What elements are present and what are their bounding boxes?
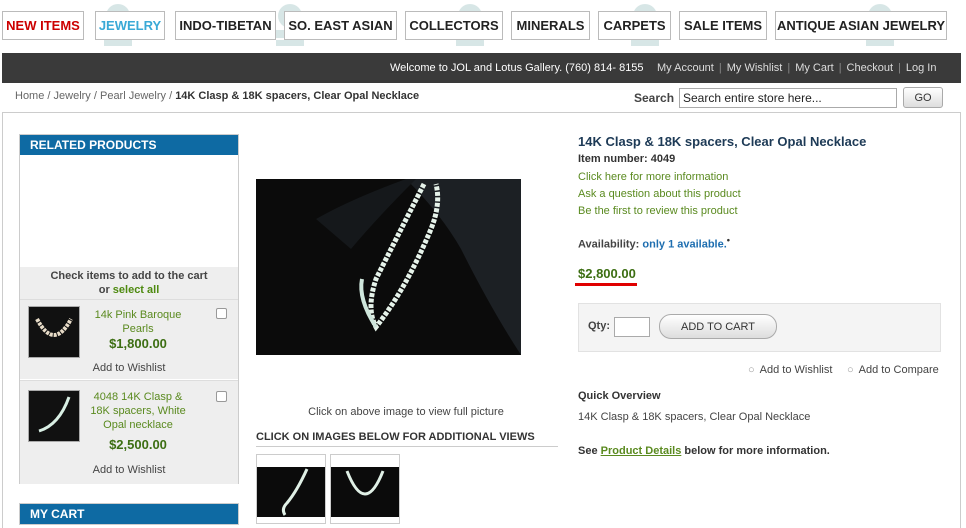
- thumbnail-image: [257, 467, 325, 517]
- search-input[interactable]: [679, 88, 897, 108]
- related-item: 14k Pink Baroque Pearls $1,800.00 Add to…: [20, 299, 238, 379]
- separator: |: [838, 62, 842, 74]
- nav-tab-new-items[interactable]: NEW ITEMS: [2, 11, 84, 40]
- check-items-note: Check items to add to the cart or select…: [20, 267, 238, 299]
- availability: Availability: only 1 available.•: [578, 235, 730, 251]
- nav-tab-jewelry[interactable]: JEWELRY: [95, 11, 165, 40]
- nav-tab-carpets[interactable]: CARPETS: [598, 11, 671, 40]
- nav-tab-label: CARPETS: [603, 18, 666, 33]
- separator: |: [898, 62, 901, 74]
- nav-tab-antique-asian-jewelry[interactable]: ANTIQUE ASIAN JEWELRY: [775, 11, 947, 40]
- product-details-link[interactable]: Product Details: [601, 445, 682, 457]
- nav-tab-minerals[interactable]: MINERALS: [511, 11, 590, 40]
- nav-tab-label: ANTIQUE ASIAN JEWELRY: [776, 18, 946, 33]
- image-caption: Click on above image to view full pictur…: [308, 406, 504, 418]
- related-item-add-to-wishlist[interactable]: Add to Wishlist: [20, 464, 238, 476]
- product-price: $2,800.00: [578, 266, 636, 281]
- additional-view-thumbnail[interactable]: [330, 454, 400, 524]
- price-highlight-underline: [575, 283, 637, 286]
- thumbnail-image: [331, 467, 399, 517]
- product-title: 14K Clasp & 18K spacers, Clear Opal Neck…: [578, 134, 867, 149]
- select-all-link[interactable]: select all: [113, 284, 159, 296]
- write-review-link[interactable]: Be the first to review this product: [578, 205, 738, 217]
- add-to-cart-button[interactable]: ADD TO CART: [659, 314, 777, 339]
- related-item-name[interactable]: 4048 14K Clasp & 18K spacers, White Opal…: [88, 390, 188, 432]
- breadcrumb-pearl-jewelry[interactable]: Pearl Jewelry: [100, 90, 166, 102]
- related-item-add-to-wishlist[interactable]: Add to Wishlist: [20, 362, 238, 374]
- related-item-image[interactable]: [28, 306, 80, 358]
- necklace-thumbnail-icon: [345, 470, 385, 496]
- additional-view-thumbnail[interactable]: [256, 454, 326, 524]
- necklace-thumbnail-icon: [281, 468, 309, 516]
- breadcrumb-current: 14K Clasp & 18K spacers, Clear Opal Neck…: [175, 90, 420, 102]
- my-wishlist-link[interactable]: My Wishlist: [724, 62, 786, 74]
- nav-tab-label: JEWELRY: [98, 18, 162, 33]
- nav-tab-label: SO. EAST ASIAN: [288, 18, 393, 33]
- related-products-box: RELATED PRODUCTS Check items to add to t…: [19, 134, 239, 484]
- more-info-link[interactable]: Click here for more information: [578, 171, 728, 183]
- additional-views-title: CLICK ON IMAGES BELOW FOR ADDITIONAL VIE…: [256, 431, 558, 447]
- related-item-name[interactable]: 14k Pink Baroque Pearls: [88, 308, 188, 336]
- nav-tab-so-east-asian[interactable]: SO. EAST ASIAN: [284, 11, 397, 40]
- top-navigation: NEW ITEMS JEWELRY INDO-TIBETAN SO. EAST …: [0, 0, 966, 52]
- related-item-price: $2,500.00: [109, 437, 167, 452]
- add-to-wishlist-label: Add to Wishlist: [759, 364, 833, 376]
- bullet-icon: ○: [748, 364, 755, 376]
- nav-tab-label: COLLECTORS: [409, 18, 499, 33]
- add-to-compare-link[interactable]: ○ Add to Compare: [847, 364, 939, 376]
- see-text: See: [578, 445, 598, 457]
- availability-value: only 1 available.: [642, 238, 727, 251]
- product-main-image[interactable]: [256, 179, 521, 355]
- opal-necklace-icon: [38, 396, 71, 433]
- quick-overview-text: 14K Clasp & 18K spacers, Clear Opal Neck…: [578, 411, 811, 423]
- pearl-necklace-icon: [35, 318, 73, 337]
- bullet-icon: ○: [847, 364, 854, 376]
- see-suffix-text: below for more information.: [684, 445, 830, 457]
- my-cart-box: MY CART: [19, 503, 239, 525]
- breadcrumb-home[interactable]: Home: [15, 90, 44, 102]
- my-cart-title: MY CART: [20, 504, 238, 524]
- search-label: Search: [634, 91, 675, 105]
- nav-tab-label: NEW ITEMS: [6, 18, 80, 33]
- nav-tab-collectors[interactable]: COLLECTORS: [405, 11, 503, 40]
- my-account-link[interactable]: My Account: [654, 62, 717, 74]
- welcome-message: Welcome to JOL and Lotus Gallery. (760) …: [390, 62, 644, 74]
- header-bar: Welcome to JOL and Lotus Gallery. (760) …: [2, 53, 961, 83]
- checkout-link[interactable]: Checkout: [844, 62, 896, 74]
- nav-tab-label: SALE ITEMS: [683, 18, 762, 33]
- ask-question-link[interactable]: Ask a question about this product: [578, 188, 741, 200]
- nav-tab-indo-tibetan[interactable]: INDO-TIBETAN: [175, 11, 276, 40]
- opal-necklace-photo-icon: [316, 179, 521, 355]
- related-item-image[interactable]: [28, 390, 80, 442]
- add-to-compare-label: Add to Compare: [858, 364, 939, 376]
- see-product-details: See Product Details below for more infor…: [578, 445, 830, 457]
- related-item-checkbox[interactable]: [216, 308, 227, 319]
- log-in-link[interactable]: Log In: [903, 62, 940, 74]
- related-item-checkbox[interactable]: [216, 391, 227, 402]
- breadcrumb-jewelry[interactable]: Jewelry: [54, 90, 91, 102]
- my-cart-link[interactable]: My Cart: [792, 62, 837, 74]
- qty-input[interactable]: [614, 317, 650, 337]
- add-to-wishlist-link[interactable]: ○ Add to Wishlist: [748, 364, 832, 376]
- account-links: My Account | My Wishlist | My Cart | Checko…: [654, 62, 939, 74]
- related-item-price: $1,800.00: [109, 336, 167, 351]
- nav-tab-sale-items[interactable]: SALE ITEMS: [679, 11, 767, 40]
- item-number: Item number: 4049: [578, 153, 676, 165]
- related-item: 4048 14K Clasp & 18K spacers, White Opal…: [20, 380, 238, 484]
- nav-tab-label: MINERALS: [516, 18, 585, 33]
- check-or-text: or: [98, 284, 110, 296]
- check-items-text: Check items to add to the cart: [50, 270, 208, 282]
- qty-label: Qty:: [588, 320, 610, 332]
- related-products-title: RELATED PRODUCTS: [20, 135, 238, 155]
- separator: |: [787, 62, 791, 74]
- search-go-button[interactable]: GO: [903, 87, 943, 108]
- separator: |: [718, 62, 722, 74]
- nav-tab-label: INDO-TIBETAN: [179, 18, 272, 33]
- quick-overview-title: Quick Overview: [578, 390, 661, 402]
- breadcrumb: Home / Jewelry / Pearl Jewelry / 14K Cla…: [15, 90, 420, 102]
- availability-label: Availability:: [578, 238, 640, 251]
